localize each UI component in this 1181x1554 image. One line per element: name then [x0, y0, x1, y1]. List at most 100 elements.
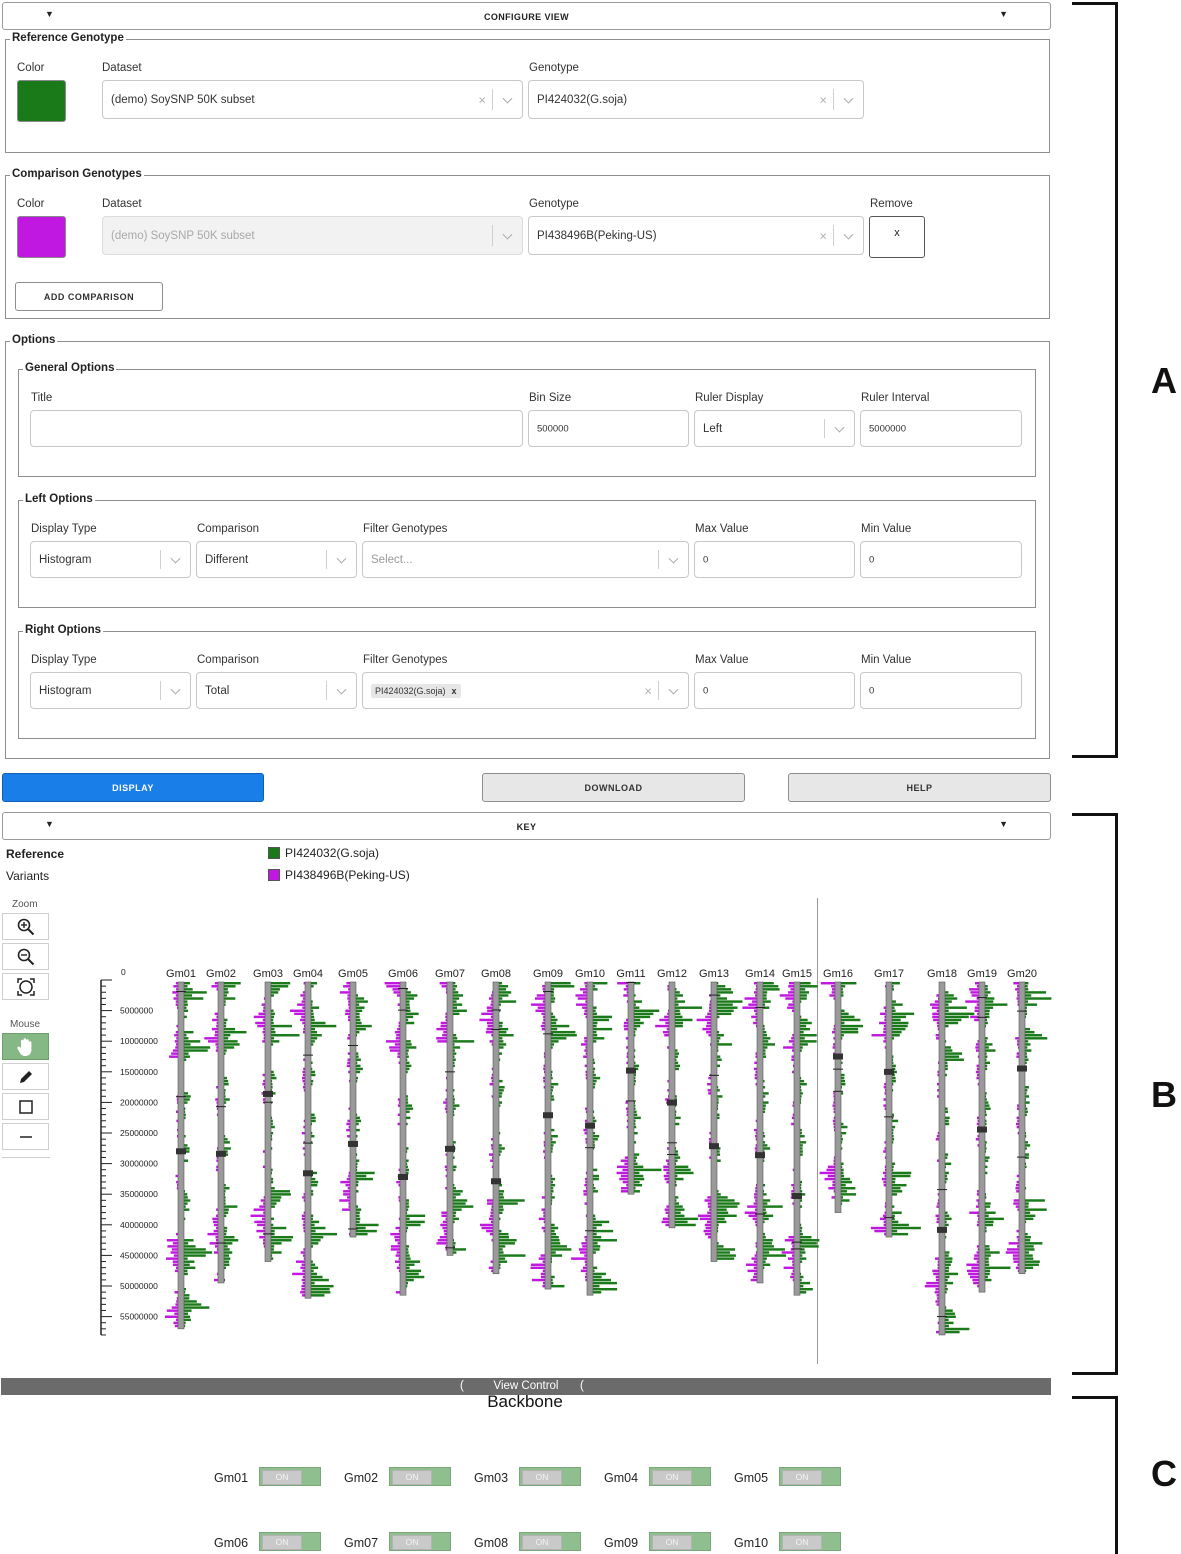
reference-histogram-bar: [717, 1095, 723, 1098]
reference-histogram-bar: [453, 1251, 457, 1254]
display-button[interactable]: DISPLAY: [2, 773, 264, 802]
key-bar[interactable]: ▼ KEY ▼: [2, 812, 1051, 840]
title-input[interactable]: [30, 410, 523, 447]
reference-genotype-select[interactable]: PI424032(G.soja) ×: [528, 80, 864, 119]
left-display-type-select[interactable]: Histogram: [30, 541, 191, 578]
variant-histogram-bar: [215, 1098, 218, 1101]
reference-histogram-bar: [406, 1104, 413, 1107]
clear-icon[interactable]: ×: [819, 92, 827, 107]
variant-histogram-bar: [175, 1046, 178, 1049]
reference-histogram-bar: [717, 991, 734, 994]
toggle-switch-gm06[interactable]: ON: [259, 1532, 321, 1551]
variant-histogram-bar: [1016, 1107, 1019, 1110]
chevron-down-icon[interactable]: [834, 422, 845, 433]
reference-histogram-bar: [406, 1248, 409, 1251]
ruler-display-select[interactable]: Left: [694, 410, 855, 447]
download-button[interactable]: DOWNLOAD: [482, 773, 745, 802]
reference-histogram-bar: [841, 1015, 855, 1019]
chevron-down-icon[interactable]: [668, 553, 679, 564]
reference-histogram-bar: [1025, 1260, 1040, 1263]
reference-histogram-bar: [1025, 1101, 1030, 1104]
toggle-switch-gm08[interactable]: ON: [519, 1532, 581, 1551]
centromere-marker: [667, 1099, 677, 1106]
reference-histogram-bar: [406, 1061, 410, 1065]
bin-size-input[interactable]: 500000: [528, 410, 689, 447]
chevron-down-icon[interactable]: [502, 93, 513, 104]
toggle-switch-gm03[interactable]: ON: [519, 1467, 581, 1486]
variant-histogram-bar: [345, 1183, 350, 1187]
right-filter-genotypes-select[interactable]: PI424032(G.soja) x ×: [362, 672, 689, 709]
reference-dataset-select[interactable]: (demo) SoyS‌NP 50K subset ×: [102, 80, 523, 119]
chevron-down-icon[interactable]: [170, 684, 181, 695]
reference-histogram-bar: [841, 1082, 846, 1086]
reference-histogram-bar: [1025, 1037, 1048, 1040]
ruler-interval-input[interactable]: 5000000: [860, 410, 1022, 447]
filter-tag-remove-icon[interactable]: x: [452, 686, 457, 696]
chevron-down-icon[interactable]: [336, 684, 347, 695]
toggle-switch-gm01[interactable]: ON: [259, 1467, 321, 1486]
variant-histogram-bar: [936, 1330, 939, 1334]
chevron-down-icon[interactable]: [336, 553, 347, 564]
left-comparison-select[interactable]: Different: [196, 541, 357, 578]
reference-histogram-bar: [800, 1135, 805, 1138]
right-comparison-select[interactable]: Total: [196, 672, 357, 709]
right-max-value-input[interactable]: 0: [694, 672, 855, 709]
toggle-switch-gm04[interactable]: ON: [649, 1467, 711, 1486]
configure-view-bar[interactable]: ▼ CONFIGURE VIEW ▼: [2, 2, 1051, 30]
clear-icon[interactable]: ×: [478, 92, 486, 107]
reference-histogram-bar: [985, 1104, 990, 1107]
variant-histogram-bar: [397, 1122, 400, 1126]
toggle-switch-gm02[interactable]: ON: [389, 1467, 451, 1486]
add-comparison-button[interactable]: ADD COMPARISON: [15, 282, 163, 311]
variant-histogram-bar: [699, 1217, 711, 1221]
chevron-down-icon[interactable]: [668, 684, 679, 695]
chevron-down-icon[interactable]: [170, 553, 181, 564]
comparison-genotype-select[interactable]: PI438496B(Peking-US) ×: [528, 216, 864, 255]
reference-histogram-bar: [800, 985, 818, 988]
chromosome-chart[interactable]: 0500000010000000150000002000000025000000…: [0, 895, 1060, 1370]
toggle-switch-gm09[interactable]: ON: [649, 1532, 711, 1551]
variant-histogram-bar: [936, 1278, 939, 1282]
variant-histogram-bar: [784, 1239, 794, 1242]
reference-histogram-bar: [311, 1242, 319, 1245]
chromosome-backbone: [586, 981, 594, 1296]
reference-histogram-bar: [453, 1248, 466, 1251]
right-min-value-input[interactable]: 0: [860, 672, 1022, 709]
right-filter-label: Filter Genotypes: [363, 654, 448, 666]
reference-histogram-bar: [892, 1162, 896, 1165]
comparison-color-swatch[interactable]: [17, 216, 66, 258]
chevron-down-icon[interactable]: [843, 93, 854, 104]
toggle-switch-gm10[interactable]: ON: [779, 1532, 841, 1551]
toggle-switch-gm05[interactable]: ON: [779, 1467, 841, 1486]
left-min-value-input[interactable]: 0: [860, 541, 1022, 578]
remove-comparison-button[interactable]: x: [869, 216, 925, 258]
reference-histogram-bar: [356, 1211, 360, 1214]
reference-histogram-bar: [406, 994, 418, 997]
toggle-switch-gm07[interactable]: ON: [389, 1532, 451, 1551]
chevron-down-icon[interactable]: [843, 229, 854, 240]
left-max-value-input[interactable]: 0: [694, 541, 855, 578]
variant-histogram-bar: [584, 1009, 587, 1012]
variant-histogram-bar: [346, 982, 350, 985]
reference-color-swatch[interactable]: [17, 80, 66, 122]
variant-histogram-bar: [883, 1027, 886, 1031]
variant-histogram-bar: [828, 1187, 835, 1190]
help-button[interactable]: HELP: [788, 773, 1051, 802]
chromosome-backbone: [446, 981, 454, 1256]
reference-histogram-bar: [593, 1021, 598, 1025]
clear-icon[interactable]: ×: [819, 228, 827, 243]
variant-histogram-bar: [301, 1000, 305, 1003]
clear-icon[interactable]: ×: [644, 683, 652, 698]
variant-histogram-bar: [883, 1040, 886, 1043]
collapse-right-icon[interactable]: (: [580, 1380, 584, 1392]
left-filter-genotypes-select[interactable]: Select...: [362, 541, 689, 578]
ref-dataset-value: (demo) SoyS‌NP 50K subset: [111, 93, 255, 106]
variant-histogram-bar: [788, 1040, 794, 1043]
variant-histogram-bar: [440, 1024, 447, 1028]
reference-histogram-bar: [356, 1052, 359, 1055]
variant-histogram-bar: [347, 1052, 350, 1055]
right-display-type-select[interactable]: Histogram: [30, 672, 191, 709]
variant-histogram-bar: [624, 1162, 628, 1165]
reference-histogram-bar: [311, 1135, 315, 1138]
reference-histogram-bar: [800, 1180, 803, 1184]
